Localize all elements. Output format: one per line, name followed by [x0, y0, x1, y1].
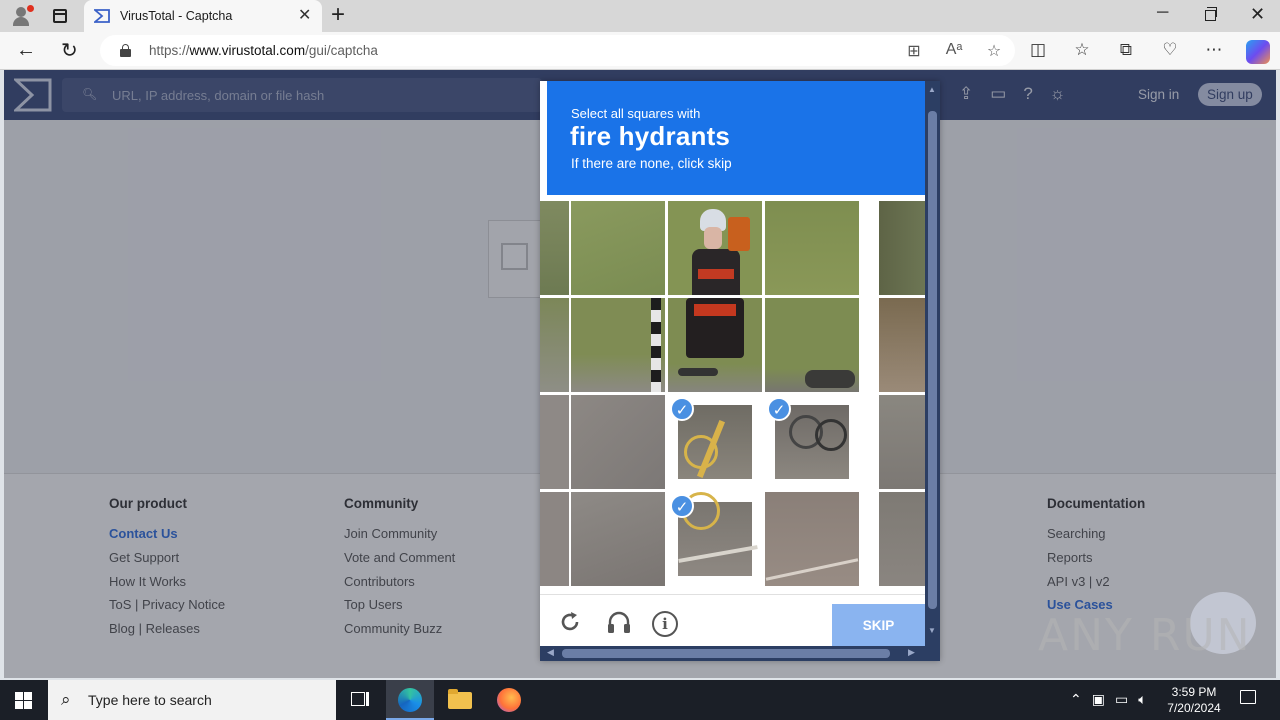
- browser-essentials-icon[interactable]: ♡: [1160, 40, 1180, 60]
- captcha-footer: i SKIP: [540, 594, 925, 647]
- skip-button[interactable]: SKIP: [832, 604, 925, 647]
- copilot-icon[interactable]: [1246, 40, 1270, 64]
- back-arrow-icon[interactable]: ←: [16, 39, 36, 62]
- tray-chevron-icon[interactable]: ⌃: [1070, 691, 1082, 708]
- windows-taskbar: ⌕ Type here to search ⌃ ▣ ▭ 🔈︎ 3:59 PM 7…: [0, 680, 1280, 720]
- tab-title: VirusTotal - Captcha: [120, 9, 233, 23]
- taskbar-search-placeholder: Type here to search: [88, 692, 212, 708]
- captcha-tile[interactable]: [668, 201, 762, 295]
- captcha-tile[interactable]: [540, 492, 569, 586]
- notifications-icon[interactable]: [1240, 690, 1256, 704]
- more-menu-icon[interactable]: ⋯: [1204, 40, 1224, 60]
- tray-device-icon[interactable]: ▣: [1092, 691, 1105, 708]
- captcha-horizontal-scrollbar[interactable]: ◀ ▶: [540, 646, 940, 661]
- check-icon: ✓: [670, 494, 694, 518]
- captcha-tile[interactable]: [571, 395, 665, 489]
- captcha-tile[interactable]: [765, 201, 859, 295]
- clock-date: 7/20/2024: [1167, 701, 1221, 715]
- scroll-up-icon[interactable]: ▲: [928, 85, 936, 94]
- collections-icon[interactable]: ⧉: [1116, 40, 1136, 60]
- refresh-icon[interactable]: ↻: [61, 38, 78, 63]
- window-close-icon[interactable]: ✕: [1250, 4, 1265, 25]
- captcha-tile[interactable]: [879, 395, 925, 489]
- profile-icon[interactable]: [10, 5, 34, 27]
- captcha-tile[interactable]: [765, 492, 859, 586]
- window-minimize-icon[interactable]: ─: [1157, 4, 1168, 22]
- url-text[interactable]: https://www.virustotal.com/gui/captcha: [149, 43, 378, 58]
- captcha-tile[interactable]: [668, 298, 762, 392]
- scrollbar-thumb[interactable]: [562, 649, 890, 658]
- lock-icon[interactable]: [120, 44, 131, 57]
- captcha-tile-selected[interactable]: ✓: [765, 395, 859, 489]
- watermark-text: ANY RUN: [1038, 610, 1252, 661]
- captcha-target: fire hydrants: [570, 121, 731, 151]
- volume-icon[interactable]: 🔈︎: [1138, 691, 1146, 708]
- windows-start-icon[interactable]: [15, 692, 32, 709]
- captcha-tile[interactable]: [765, 298, 859, 392]
- captcha-tile[interactable]: [879, 201, 925, 295]
- favorite-star-icon[interactable]: ☆: [985, 41, 1003, 61]
- scroll-left-icon[interactable]: ◀: [547, 647, 554, 658]
- check-icon: ✓: [767, 397, 791, 421]
- network-icon[interactable]: ▭: [1115, 691, 1128, 708]
- window-restore-icon[interactable]: [1205, 7, 1217, 21]
- browser-address-bar: ← ↻ https://www.virustotal.com/gui/captc…: [0, 32, 1280, 70]
- captcha-tile[interactable]: [540, 395, 569, 489]
- scrollbar-thumb[interactable]: [928, 111, 937, 609]
- captcha-challenge: Select all squares with fire hydrants If…: [540, 81, 940, 661]
- browser-tab-bar: VirusTotal - Captcha ✕ + ─ ✕: [0, 0, 1280, 32]
- check-icon: ✓: [670, 397, 694, 421]
- captcha-tile[interactable]: [540, 201, 569, 295]
- captcha-tile[interactable]: [571, 492, 665, 586]
- captcha-tile-selected[interactable]: ✓: [668, 492, 762, 586]
- captcha-tile[interactable]: [571, 201, 665, 295]
- captcha-tile[interactable]: [571, 298, 665, 392]
- taskbar-search-input[interactable]: ⌕ Type here to search: [48, 680, 336, 720]
- captcha-tile[interactable]: [879, 298, 925, 392]
- browser-tab-active[interactable]: VirusTotal - Captcha ✕: [84, 0, 322, 32]
- file-explorer-icon[interactable]: [436, 680, 484, 720]
- captcha-prompt-banner: Select all squares with fire hydrants If…: [547, 81, 925, 195]
- split-screen-icon[interactable]: ◫: [1028, 40, 1048, 60]
- captcha-tile-selected[interactable]: ✓: [668, 395, 762, 489]
- info-icon[interactable]: i: [652, 611, 678, 637]
- audio-challenge-icon[interactable]: [606, 610, 632, 634]
- firefox-icon[interactable]: [484, 680, 532, 720]
- reload-icon[interactable]: [558, 610, 582, 634]
- task-view-icon[interactable]: [336, 680, 384, 720]
- new-tab-icon[interactable]: +: [331, 3, 345, 27]
- captcha-vertical-scrollbar[interactable]: ▲ ▼: [925, 81, 940, 646]
- scroll-down-icon[interactable]: ▼: [928, 626, 936, 635]
- tab-actions-icon[interactable]: [50, 6, 70, 26]
- read-aloud-icon[interactable]: Aᵃ: [945, 41, 963, 61]
- virustotal-favicon-icon: [94, 9, 110, 23]
- captcha-image-grid: ✓ ✓ ✓: [540, 201, 925, 588]
- captcha-prompt: Select all squares with: [571, 106, 701, 121]
- edge-taskbar-icon[interactable]: [386, 680, 434, 720]
- system-tray: ⌃ ▣ ▭ 🔈︎: [1070, 691, 1147, 708]
- clock-time: 3:59 PM: [1171, 685, 1217, 699]
- url-field[interactable]: https://www.virustotal.com/gui/captcha ⊞…: [100, 35, 1015, 66]
- captcha-tile[interactable]: [540, 298, 569, 392]
- favorites-icon[interactable]: ☆: [1072, 40, 1092, 60]
- tab-close-icon[interactable]: ✕: [298, 6, 311, 26]
- captcha-hint: If there are none, click skip: [571, 156, 732, 171]
- scroll-right-icon[interactable]: ▶: [908, 647, 915, 658]
- search-icon: ⌕: [61, 690, 71, 709]
- system-clock[interactable]: 3:59 PM 7/20/2024: [1160, 684, 1228, 716]
- apps-icon[interactable]: ⊞: [905, 41, 923, 61]
- captcha-tile[interactable]: [879, 492, 925, 586]
